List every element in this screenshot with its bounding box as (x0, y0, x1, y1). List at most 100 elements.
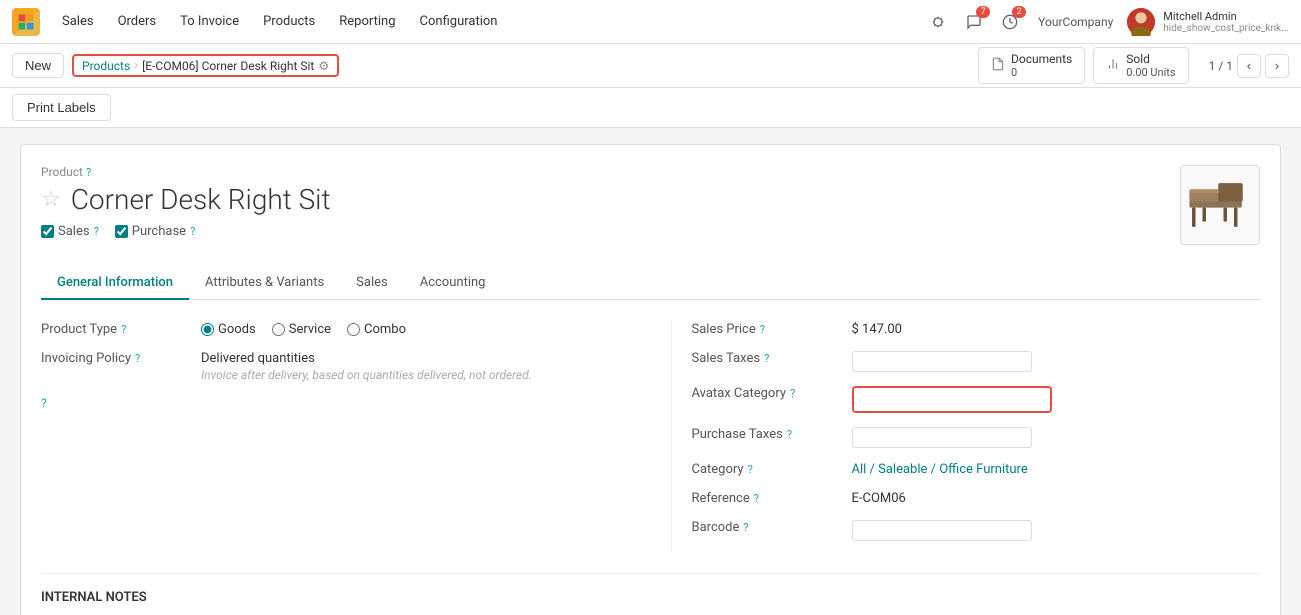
product-header: Product ? ☆ Corner Desk Right Sit Sales … (41, 165, 1260, 255)
activity-icon-btn[interactable]: 2 (996, 8, 1024, 36)
invoicing-policy-row: Invoicing Policy ? Delivered quantities … (41, 349, 611, 382)
nav-to-invoice[interactable]: To Invoice (170, 8, 249, 35)
purchase-taxes-input[interactable] (852, 427, 1032, 448)
nav-orders[interactable]: Orders (108, 8, 167, 35)
sold-button[interactable]: Sold 0.00 Units (1093, 47, 1188, 84)
sales-price-value: $ 147.00 (852, 320, 1261, 337)
product-image (1180, 165, 1260, 245)
sales-help-icon[interactable]: ? (94, 225, 99, 238)
checkbox-row: Sales ? Purchase ? (41, 224, 1180, 239)
reference-help-icon[interactable]: ? (754, 492, 759, 505)
avatax-category-value (852, 384, 1261, 413)
form-section-right: Sales Price ? $ 147.00 Sales Taxes ? (671, 320, 1261, 553)
product-label: Product ? (41, 165, 1180, 179)
radio-service[interactable]: Service (272, 322, 331, 337)
print-labels-button[interactable]: Print Labels (12, 94, 111, 121)
sales-checkbox-label[interactable]: Sales ? (41, 224, 99, 239)
radio-goods[interactable]: Goods (201, 322, 256, 337)
purchase-checkbox[interactable] (115, 225, 128, 238)
gear-icon[interactable]: ⚙ (318, 59, 329, 73)
product-header-left: Product ? ☆ Corner Desk Right Sit Sales … (41, 165, 1180, 255)
messages-badge: 7 (976, 6, 990, 18)
tab-sales[interactable]: Sales (340, 267, 404, 300)
new-button[interactable]: New (12, 53, 64, 78)
sales-price-row: Sales Price ? $ 147.00 (692, 320, 1261, 337)
chart-icon (1106, 57, 1120, 74)
nav-products[interactable]: Products (253, 8, 325, 35)
top-navigation: Sales Orders To Invoice Products Reporti… (0, 0, 1301, 44)
avatax-category-input[interactable] (852, 386, 1052, 413)
category-value[interactable]: All / Saleable / Office Furniture (852, 460, 1261, 477)
tab-general-information[interactable]: General Information (41, 267, 189, 300)
barcode-value[interactable] (852, 518, 1261, 541)
radio-combo[interactable]: Combo (347, 322, 406, 337)
barcode-label: Barcode ? (692, 518, 852, 535)
service-label: Service (289, 322, 331, 337)
next-page-button[interactable]: › (1265, 54, 1289, 78)
bug-icon-btn[interactable] (924, 8, 952, 36)
pagination: 1 / 1 ‹ › (1209, 54, 1289, 78)
purchase-taxes-value[interactable] (852, 425, 1261, 448)
barcode-help-icon[interactable]: ? (743, 521, 748, 534)
category-row: Category ? All / Saleable / Office Furni… (692, 460, 1261, 477)
documents-button[interactable]: Documents 0 (978, 47, 1085, 84)
main-content: Product ? ☆ Corner Desk Right Sit Sales … (0, 128, 1301, 615)
form-section-left: Product Type ? Goods (41, 320, 631, 553)
invoicing-policy-help-icon[interactable]: ? (135, 352, 140, 365)
sales-taxes-help-icon[interactable]: ? (764, 352, 769, 365)
avatax-category-row: Avatax Category ? (692, 384, 1261, 413)
invoicing-policy-text: Delivered quantities (201, 351, 611, 366)
nav-configuration[interactable]: Configuration (410, 8, 508, 35)
purchase-taxes-label: Purchase Taxes ? (692, 425, 852, 442)
product-type-help-icon[interactable]: ? (121, 323, 126, 336)
purchase-checkbox-label[interactable]: Purchase ? (115, 224, 196, 239)
product-title-row: ☆ Corner Desk Right Sit (41, 183, 1180, 216)
radio-service-input[interactable] (272, 323, 285, 336)
nav-reporting[interactable]: Reporting (329, 8, 405, 35)
invoicing-policy-hint: Invoice after delivery, based on quantit… (201, 368, 611, 382)
category-label: Category ? (692, 460, 852, 477)
nav-sales[interactable]: Sales (52, 8, 104, 35)
radio-combo-input[interactable] (347, 323, 360, 336)
question-mark-icon[interactable]: ? (41, 396, 47, 410)
sales-price-help-icon[interactable]: ? (760, 323, 765, 336)
tab-attributes-variants[interactable]: Attributes & Variants (189, 267, 340, 300)
tabs: General Information Attributes & Variant… (41, 267, 1260, 300)
category-help-icon[interactable]: ? (748, 463, 753, 476)
activity-badge: 2 (1012, 6, 1026, 18)
breadcrumb-current: [E-COM06] Corner Desk Right Sit (142, 59, 314, 73)
sales-label: Sales (58, 224, 90, 239)
product-type-radio-group: Goods Service Combo (201, 322, 611, 337)
purchase-taxes-help-icon[interactable]: ? (787, 428, 792, 441)
sales-checkbox[interactable] (41, 225, 54, 238)
sales-taxes-value[interactable] (852, 349, 1261, 372)
app-logo[interactable] (12, 8, 40, 36)
sales-taxes-input[interactable] (852, 351, 1032, 372)
breadcrumb-bar: New Products › [E-COM06] Corner Desk Rig… (0, 44, 1301, 88)
prev-page-button[interactable]: ‹ (1237, 54, 1261, 78)
favorite-star-icon[interactable]: ☆ (41, 187, 61, 212)
purchase-help-icon[interactable]: ? (190, 225, 195, 238)
combo-label: Combo (364, 322, 406, 337)
barcode-input[interactable] (852, 520, 1032, 541)
barcode-row: Barcode ? (692, 518, 1261, 541)
product-help-icon[interactable]: ? (86, 166, 91, 179)
breadcrumb-parent[interactable]: Products (82, 59, 130, 73)
avatax-category-label: Avatax Category ? (692, 384, 852, 401)
tab-accounting[interactable]: Accounting (404, 267, 502, 300)
goods-label: Goods (218, 322, 256, 337)
documents-count: 0 (1011, 66, 1072, 79)
sales-taxes-row: Sales Taxes ? (692, 349, 1261, 372)
product-type-value: Goods Service Combo (201, 320, 611, 337)
avatax-category-help-icon[interactable]: ? (790, 387, 795, 400)
radio-goods-input[interactable] (201, 323, 214, 336)
messages-icon-btn[interactable]: 7 (960, 8, 988, 36)
sales-taxes-label: Sales Taxes ? (692, 349, 852, 366)
product-card: Product ? ☆ Corner Desk Right Sit Sales … (20, 144, 1281, 615)
question-value (201, 394, 611, 396)
question-label: ? (41, 394, 201, 410)
action-bar: Print Labels (0, 88, 1301, 128)
product-type-row: Product Type ? Goods (41, 320, 611, 337)
product-title: Corner Desk Right Sit (71, 183, 331, 216)
form-content: Product Type ? Goods (41, 320, 1260, 553)
